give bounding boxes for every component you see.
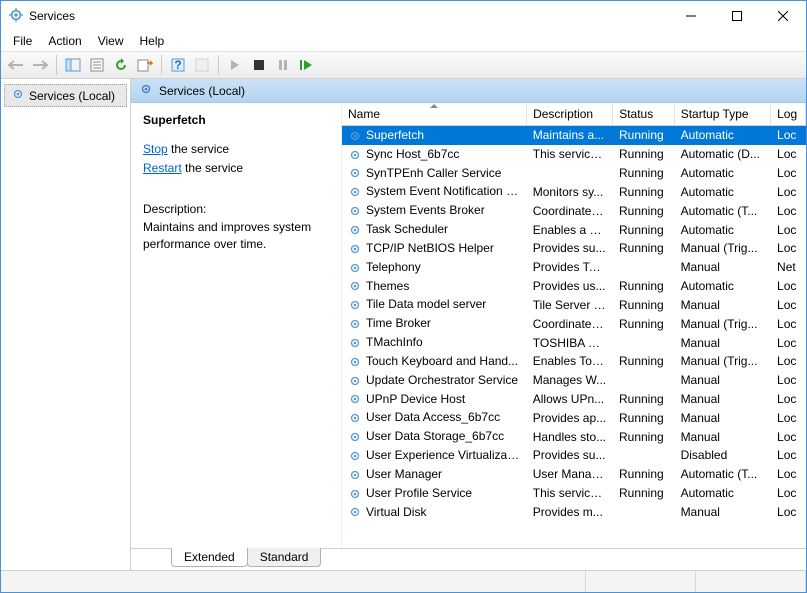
gear-icon [348, 298, 362, 312]
menubar: File Action View Help [1, 31, 806, 51]
maximize-button[interactable] [714, 1, 760, 31]
table-row[interactable]: TMachInfoTOSHIBA M...ManualLoc [342, 333, 806, 352]
menu-action[interactable]: Action [48, 34, 81, 48]
gear-icon [348, 223, 362, 237]
table-row[interactable]: Time BrokerCoordinates...RunningManual (… [342, 314, 806, 333]
back-button[interactable] [5, 54, 27, 76]
help-topic-button[interactable] [191, 54, 213, 76]
gear-icon [348, 505, 362, 519]
table-row[interactable]: User Data Access_6b7ccProvides ap...Runn… [342, 408, 806, 427]
titlebar: Services [1, 1, 806, 31]
show-hide-tree-button[interactable] [62, 54, 84, 76]
gear-icon [348, 148, 362, 162]
table-row[interactable]: TCP/IP NetBIOS HelperProvides su...Runni… [342, 239, 806, 258]
gear-icon [139, 82, 153, 99]
pause-service-button[interactable] [272, 54, 294, 76]
stop-link[interactable]: Stop [143, 142, 168, 156]
table-row[interactable]: TelephonyProvides Tel...ManualNet [342, 258, 806, 277]
menu-help[interactable]: Help [140, 34, 165, 48]
gear-icon [348, 317, 362, 331]
gear-icon [348, 374, 362, 388]
content-header: Services (Local) [131, 79, 806, 103]
forward-button[interactable] [29, 54, 51, 76]
col-name[interactable]: Name [342, 103, 527, 126]
table-row[interactable]: UPnP Device HostAllows UPn...RunningManu… [342, 390, 806, 409]
gear-icon [348, 336, 362, 350]
window-title: Services [29, 9, 668, 23]
gear-icon [348, 355, 362, 369]
app-icon [9, 8, 23, 25]
restart-link[interactable]: Restart [143, 161, 182, 175]
gear-icon [348, 279, 362, 293]
close-button[interactable] [760, 1, 806, 31]
gear-icon [348, 261, 362, 275]
refresh-button[interactable] [110, 54, 132, 76]
table-row[interactable]: Sync Host_6b7ccThis service ...RunningAu… [342, 145, 806, 164]
svg-text:?: ? [174, 58, 181, 72]
table-row[interactable]: SuperfetchMaintains a...RunningAutomatic… [342, 126, 806, 145]
gear-icon [11, 87, 25, 104]
gear-icon [348, 487, 362, 501]
description-label: Description: [143, 201, 329, 218]
export-list-button[interactable] [134, 54, 156, 76]
gear-icon [348, 411, 362, 425]
col-description[interactable]: Description [527, 103, 613, 126]
table-row[interactable]: Touch Keyboard and Hand...Enables Tou...… [342, 352, 806, 371]
table-row[interactable]: Virtual DiskProvides m...ManualLoc [342, 503, 806, 522]
table-row[interactable]: System Events BrokerCoordinates...Runnin… [342, 201, 806, 220]
gear-icon [348, 430, 362, 444]
gear-icon [348, 204, 362, 218]
gear-icon [348, 185, 362, 199]
table-row[interactable]: Tile Data model serverTile Server f...Ru… [342, 295, 806, 314]
detail-pane: Superfetch Stop the service Restart the … [131, 103, 341, 548]
menu-file[interactable]: File [13, 34, 32, 48]
help-button[interactable]: ? [167, 54, 189, 76]
gear-icon [348, 449, 362, 463]
col-logon[interactable]: Log [771, 103, 806, 126]
service-list: Name Description Status Startup Type Log… [341, 103, 806, 548]
gear-icon [348, 392, 362, 406]
table-row[interactable]: User Data Storage_6b7ccHandles sto...Run… [342, 427, 806, 446]
gear-icon [348, 468, 362, 482]
table-row[interactable]: Update Orchestrator ServiceManages W...M… [342, 371, 806, 390]
table-row[interactable]: SynTPEnh Caller ServiceRunningAutomaticL… [342, 164, 806, 183]
content-header-label: Services (Local) [159, 84, 245, 98]
properties-button[interactable] [86, 54, 108, 76]
selected-service-name: Superfetch [143, 113, 329, 127]
view-tabs: Extended Standard [131, 548, 806, 570]
table-row[interactable]: ThemesProvides us...RunningAutomaticLoc [342, 277, 806, 296]
minimize-button[interactable] [668, 1, 714, 31]
col-startup[interactable]: Startup Type [674, 103, 770, 126]
restart-service-button[interactable] [296, 54, 318, 76]
start-service-button[interactable] [224, 54, 246, 76]
table-row[interactable]: User Profile ServiceThis service ...Runn… [342, 484, 806, 503]
table-row[interactable]: System Event Notification S...Monitors s… [342, 182, 806, 201]
nav-item-services-local[interactable]: Services (Local) [4, 84, 127, 107]
description-text: Maintains and improves system performanc… [143, 219, 329, 253]
statusbar [1, 570, 806, 592]
gear-icon [348, 242, 362, 256]
nav-tree: Services (Local) [1, 79, 131, 570]
table-row[interactable]: Task SchedulerEnables a us...RunningAuto… [342, 220, 806, 239]
table-row[interactable]: User ManagerUser Manag...RunningAutomati… [342, 465, 806, 484]
tab-standard[interactable]: Standard [247, 548, 322, 567]
table-row[interactable]: User Experience Virtualizatio...Provides… [342, 446, 806, 465]
col-status[interactable]: Status [613, 103, 675, 126]
tab-extended[interactable]: Extended [171, 548, 248, 567]
gear-icon [348, 166, 362, 180]
toolbar: ? [1, 51, 806, 79]
gear-icon [348, 129, 362, 143]
stop-service-button[interactable] [248, 54, 270, 76]
nav-item-label: Services (Local) [29, 89, 115, 103]
menu-view[interactable]: View [98, 34, 124, 48]
